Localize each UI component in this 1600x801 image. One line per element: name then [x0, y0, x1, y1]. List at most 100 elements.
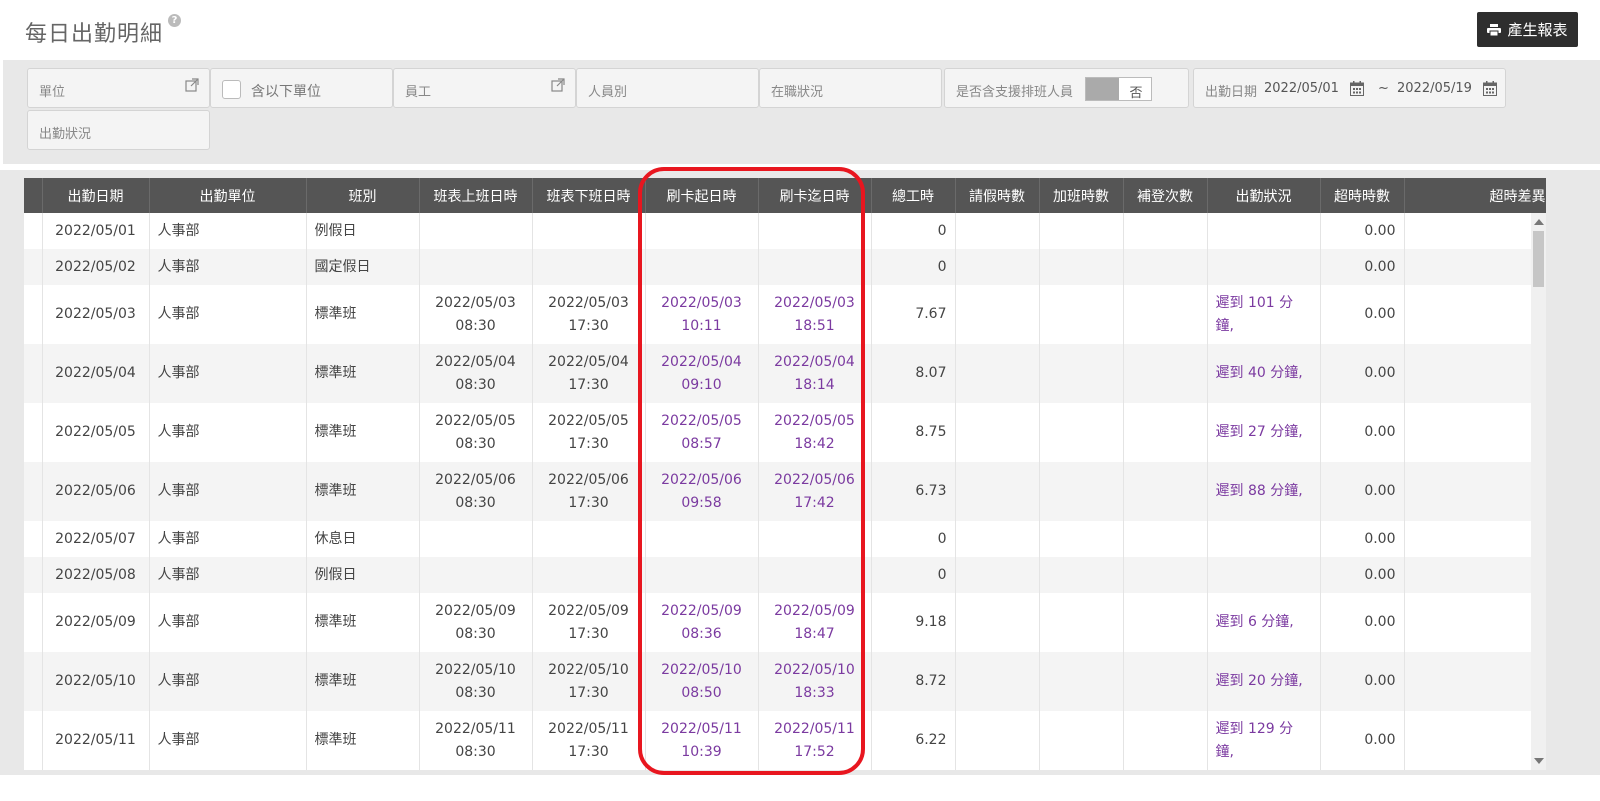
- cell-overtime-diff: [1404, 462, 1546, 521]
- cell-punch-in: 2022/05/11 10:39: [645, 711, 759, 770]
- table-row[interactable]: 2022/05/08 人事部 例假日 0 0.00: [24, 557, 1546, 593]
- column-header[interactable]: 班表下班日時: [532, 178, 646, 213]
- cell-makeup: [1123, 521, 1208, 557]
- scroll-thumb[interactable]: [1533, 231, 1544, 287]
- cell-overtime: [1039, 462, 1124, 521]
- cell-excess: 0.00: [1320, 403, 1405, 462]
- cell-sched-out: 2022/05/04 17:30: [532, 344, 646, 403]
- column-header[interactable]: 刷卡迄日時: [758, 178, 872, 213]
- column-header[interactable]: 刷卡起日時: [645, 178, 759, 213]
- column-header[interactable]: 班別: [306, 178, 420, 213]
- cell-leave: [955, 711, 1040, 770]
- calendar-icon[interactable]: [1483, 81, 1497, 96]
- printer-icon: [1487, 23, 1502, 36]
- table-row[interactable]: 2022/05/03 人事部 標準班 2022/05/03 08:30 2022/05/0…: [24, 285, 1546, 344]
- cell-leave: [955, 403, 1040, 462]
- cell-sched-in: [419, 249, 533, 285]
- external-link-icon[interactable]: [185, 78, 199, 92]
- scroll-up-arrow-icon[interactable]: [1534, 219, 1544, 225]
- cell-sched-in: 2022/05/09 08:30: [419, 593, 533, 652]
- cell-date: 2022/05/11: [42, 711, 150, 770]
- table-row[interactable]: 2022/05/02 人事部 國定假日 0 0.00: [24, 249, 1546, 285]
- support-staff-filter: 是否含支援排班人員 否: [944, 68, 1189, 108]
- table-row[interactable]: 2022/05/06 人事部 標準班 2022/05/06 08:30 2022/05/0…: [24, 462, 1546, 521]
- unit-filter[interactable]: 單位: [27, 68, 210, 108]
- cell-leave: [955, 652, 1040, 711]
- row-spacer-cell: [24, 249, 43, 285]
- calendar-icon[interactable]: [1350, 81, 1364, 96]
- cell-punch-in: 2022/05/03 10:11: [645, 285, 759, 344]
- column-header[interactable]: 超時差異: [1404, 178, 1546, 213]
- cell-hours: 0: [871, 249, 956, 285]
- table-row[interactable]: 2022/05/09 人事部 標準班 2022/05/09 08:30 2022/05/0…: [24, 593, 1546, 652]
- cell-shift: 休息日: [306, 521, 420, 557]
- external-link-icon[interactable]: [551, 78, 565, 92]
- cell-unit: 人事部: [149, 521, 307, 557]
- table-row[interactable]: 2022/05/04 人事部 標準班 2022/05/04 08:30 2022/05/0…: [24, 344, 1546, 403]
- cell-sched-out: 2022/05/10 17:30: [532, 652, 646, 711]
- cell-makeup: [1123, 249, 1208, 285]
- cell-excess: 0.00: [1320, 593, 1405, 652]
- cell-date: 2022/05/08: [42, 557, 150, 593]
- cell-excess: 0.00: [1320, 344, 1405, 403]
- column-header[interactable]: 班表上班日時: [419, 178, 533, 213]
- attendance-status-filter[interactable]: 出勤狀況: [27, 110, 210, 150]
- cell-excess: 0.00: [1320, 249, 1405, 285]
- cell-overtime-diff: [1404, 557, 1546, 593]
- column-header[interactable]: 補登次數: [1123, 178, 1208, 213]
- cell-hours: 0: [871, 557, 956, 593]
- table-row[interactable]: 2022/05/01 人事部 例假日 0 0.00: [24, 213, 1546, 249]
- cell-punch-out: [758, 557, 872, 593]
- cell-date: 2022/05/03: [42, 285, 150, 344]
- cell-overtime-diff: [1404, 711, 1546, 770]
- vertical-scrollbar[interactable]: [1531, 213, 1546, 770]
- cell-punch-out: [758, 213, 872, 249]
- top-bar: 每日出勤明細 ? 產生報表: [0, 0, 1600, 56]
- column-header[interactable]: 請假時數: [955, 178, 1040, 213]
- cell-punch-out: 2022/05/10 18:33: [758, 652, 872, 711]
- cell-date: 2022/05/01: [42, 213, 150, 249]
- cell-overtime: [1039, 213, 1124, 249]
- generate-report-button[interactable]: 產生報表: [1477, 12, 1578, 47]
- column-header[interactable]: 加班時數: [1039, 178, 1124, 213]
- include-subunits-checkbox[interactable]: [222, 80, 241, 99]
- cell-date: 2022/05/07: [42, 521, 150, 557]
- cell-sched-out: [532, 521, 646, 557]
- question-circle-icon[interactable]: ?: [168, 14, 181, 27]
- column-header[interactable]: 總工時: [871, 178, 956, 213]
- cell-overtime: [1039, 249, 1124, 285]
- cell-hours: 9.18: [871, 593, 956, 652]
- cell-date: 2022/05/06: [42, 462, 150, 521]
- cell-shift: 標準班: [306, 403, 420, 462]
- toggle-knob: [1086, 78, 1119, 100]
- cell-punch-in: 2022/05/06 09:58: [645, 462, 759, 521]
- column-header[interactable]: 出勤狀況: [1207, 178, 1321, 213]
- person-type-filter[interactable]: 人員別: [576, 68, 759, 108]
- table-row[interactable]: 2022/05/05 人事部 標準班 2022/05/05 08:30 2022/05/0…: [24, 403, 1546, 462]
- cell-punch-in: 2022/05/05 08:57: [645, 403, 759, 462]
- date-to-input[interactable]: 2022/05/19: [1397, 81, 1472, 96]
- column-header[interactable]: 超時時數: [1320, 178, 1405, 213]
- cell-leave: [955, 285, 1040, 344]
- scroll-down-arrow-icon[interactable]: [1534, 758, 1544, 764]
- cell-date: 2022/05/02: [42, 249, 150, 285]
- table-row[interactable]: 2022/05/07 人事部 休息日 0 0.00: [24, 521, 1546, 557]
- include-subunits-filter[interactable]: 含以下單位: [210, 68, 393, 108]
- date-from-input[interactable]: 2022/05/01: [1264, 81, 1339, 96]
- support-staff-toggle[interactable]: 否: [1085, 77, 1152, 101]
- table-row[interactable]: 2022/05/10 人事部 標準班 2022/05/10 08:30 2022/05/1…: [24, 652, 1546, 711]
- employee-filter[interactable]: 員工: [393, 68, 576, 108]
- cell-status: 遲到 129 分鐘,: [1207, 711, 1321, 770]
- cell-unit: 人事部: [149, 344, 307, 403]
- cell-status: 遲到 88 分鐘,: [1207, 462, 1321, 521]
- row-spacer-cell: [24, 344, 43, 403]
- date-range-label: 出勤日期: [1205, 85, 1258, 100]
- column-header[interactable]: 出勤日期: [42, 178, 150, 213]
- table-row[interactable]: 2022/05/11 人事部 標準班 2022/05/11 08:30 2022/05/1…: [24, 711, 1546, 770]
- cell-punch-out: 2022/05/03 18:51: [758, 285, 872, 344]
- row-spacer-cell: [24, 711, 43, 770]
- cell-sched-in: [419, 521, 533, 557]
- cell-hours: 6.22: [871, 711, 956, 770]
- column-header[interactable]: 出勤單位: [149, 178, 307, 213]
- employment-status-filter[interactable]: 在職狀況: [759, 68, 942, 108]
